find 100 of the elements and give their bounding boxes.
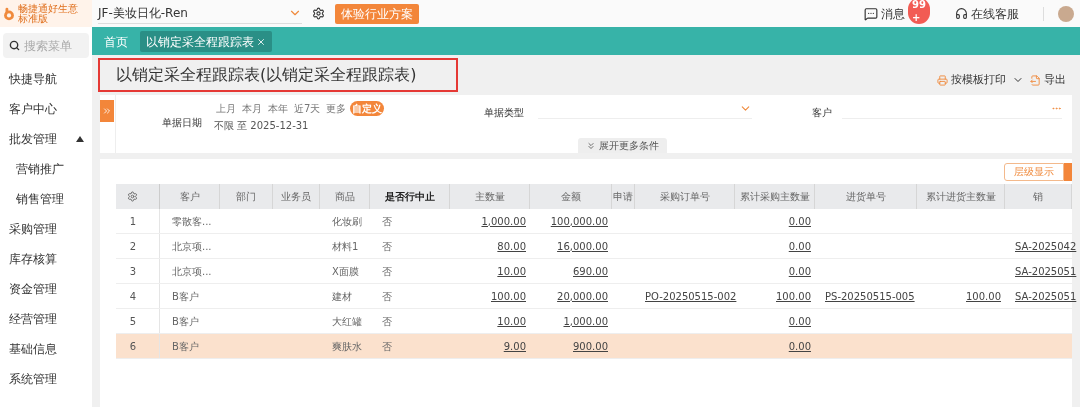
settings-icon[interactable] [312, 7, 325, 20]
table-link[interactable]: PS-20250515-005 [825, 288, 915, 304]
column-header[interactable]: 部门 [220, 184, 273, 209]
table-link[interactable]: 100,000.00 [550, 213, 608, 229]
date-chip[interactable]: 更多 [324, 101, 349, 116]
printer-icon [937, 74, 948, 86]
edition-label: 标准版 [18, 13, 48, 24]
table-link[interactable]: 900.00 [573, 338, 608, 354]
sidebar-item[interactable]: 库存核算 [0, 244, 92, 274]
table-cell-text: 爽肤水 [332, 339, 362, 354]
table-link[interactable]: 9.00 [503, 338, 526, 354]
column-header[interactable]: 客户 [160, 184, 220, 209]
headset-icon[interactable] [955, 7, 968, 20]
date-chip[interactable]: 近7天 [292, 101, 323, 116]
search-icon [9, 40, 20, 51]
caret-icon [76, 136, 84, 142]
table-cell-text: 建材 [332, 289, 352, 304]
doc-type-label: 单据类型 [484, 106, 525, 120]
table-cell-text: 否 [382, 214, 392, 229]
table-cell-text: 零散客... [172, 214, 212, 229]
column-header[interactable]: 申请 [612, 184, 635, 209]
support-link[interactable]: 在线客服 [971, 4, 1019, 23]
sidebar-item[interactable]: 采购管理 [0, 214, 92, 244]
table-link[interactable]: PO-20250515-002 [645, 288, 737, 304]
table-cell-text: B客户 [172, 339, 199, 354]
sidebar-item[interactable]: 基础信息 [0, 334, 92, 364]
table-link[interactable]: 100.00 [966, 288, 1001, 304]
table-row[interactable]: 1 零散客... 化妆刷 否 1,000.00 100,000.00 0.00 [116, 209, 1072, 234]
print-button[interactable]: 按模板打印 [937, 71, 1006, 89]
row-number: 3 [128, 264, 138, 279]
sidebar-item[interactable]: 资金管理 [0, 274, 92, 304]
table-link[interactable]: 100.00 [491, 288, 526, 304]
sidebar-item[interactable]: 经营管理 [0, 304, 92, 334]
row-number: 5 [128, 314, 138, 329]
row-number: 4 [128, 289, 138, 304]
page-tab[interactable]: 以销定采全程跟踪表 [140, 31, 272, 52]
avatar-icon[interactable] [1058, 5, 1074, 22]
table-link[interactable]: 1,000.00 [563, 313, 608, 329]
table-link[interactable]: 0.00 [788, 213, 811, 229]
table-row[interactable]: 6 B客户 爽肤水 否 9.00 900.00 0.00 [116, 334, 1072, 359]
table-link[interactable]: 80.00 [497, 238, 526, 254]
table-link[interactable]: 10.00 [497, 263, 526, 279]
date-filter-label: 单据日期 [162, 116, 202, 130]
column-header[interactable]: 是否行中止 [370, 184, 450, 209]
date-range: 不限 至 2025-12-31 [214, 119, 310, 133]
table-cell-text: 材料1 [332, 239, 359, 254]
sidebar-subitem[interactable]: 销售管理 [0, 184, 92, 214]
menu-search-input[interactable]: 搜索菜单 [24, 36, 82, 55]
table-link[interactable]: 0.00 [788, 263, 811, 279]
double-chevron-down-icon [586, 140, 596, 151]
column-header[interactable]: 主数量 [450, 184, 530, 209]
close-icon[interactable] [256, 36, 266, 47]
table-link[interactable]: 16,000.00 [557, 238, 608, 254]
column-header[interactable]: 采购订单号 [635, 184, 735, 209]
account-select[interactable]: JF-美妆日化-Ren [98, 3, 302, 24]
table-cell-text: 否 [382, 314, 392, 329]
table-link[interactable]: 0.00 [788, 338, 811, 354]
table-cell-text: X面膜 [332, 264, 359, 279]
table-link[interactable]: 0.00 [788, 313, 811, 329]
column-header[interactable]: 累计采购主数量 [735, 184, 815, 209]
table-cell-text: 大红罐 [332, 314, 362, 329]
table-cell-text: 北京项... [172, 239, 212, 254]
row-number: 2 [128, 239, 138, 254]
column-header[interactable]: 销 [1005, 184, 1072, 209]
expand-panel-button[interactable] [100, 100, 114, 122]
table-cell-text: 化妆刷 [332, 214, 362, 229]
column-header[interactable]: 累计进货主数量 [917, 184, 1005, 209]
row-number: 6 [128, 339, 138, 354]
sidebar-item[interactable]: 客户中心 [0, 94, 92, 124]
table-link[interactable]: 20,000.00 [557, 288, 608, 304]
date-chip[interactable]: 本年 [266, 101, 290, 116]
column-header[interactable]: 进货单号 [815, 184, 917, 209]
column-header[interactable]: 商品 [320, 184, 370, 209]
export-button[interactable]: 导出 [1030, 71, 1066, 89]
row-number: 1 [128, 214, 138, 229]
table-link[interactable]: 0.00 [788, 238, 811, 254]
expand-conditions-button[interactable]: 展开更多条件 [578, 138, 667, 153]
sidebar-subitem[interactable]: 营销推广 [0, 154, 92, 184]
table-cell-text: 否 [382, 289, 392, 304]
table-cell-text: 否 [382, 339, 392, 354]
message-count-badge: 99 + [908, 0, 930, 24]
menu-search-field[interactable]: 搜索菜单 [3, 33, 89, 58]
page-title: 以销定采全程跟踪表(以销定采全程跟踪表) [98, 58, 458, 92]
double-chevron-right-icon [102, 106, 112, 116]
toggle-button[interactable] [1064, 162, 1072, 181]
sidebar-item[interactable]: 快捷导航 [0, 64, 92, 94]
table-link[interactable]: 1,000.00 [481, 213, 526, 229]
sidebar-item[interactable]: 批发管理 [0, 124, 92, 154]
messages-link[interactable]: 消息 [881, 4, 905, 23]
date-chip[interactable]: 本月 [240, 101, 264, 116]
sidebar-item[interactable]: 系统管理 [0, 364, 92, 394]
table-cell-text: B客户 [172, 314, 199, 329]
table-link[interactable]: 100.00 [776, 288, 811, 304]
message-icon[interactable] [864, 6, 878, 21]
export-icon [1030, 74, 1041, 86]
column-header[interactable]: 金额 [530, 184, 612, 209]
table-link[interactable]: 10.00 [497, 313, 526, 329]
date-chip[interactable]: 上月 [214, 101, 238, 116]
column-header[interactable]: 业务员 [273, 184, 320, 209]
table-link[interactable]: 690.00 [573, 263, 608, 279]
